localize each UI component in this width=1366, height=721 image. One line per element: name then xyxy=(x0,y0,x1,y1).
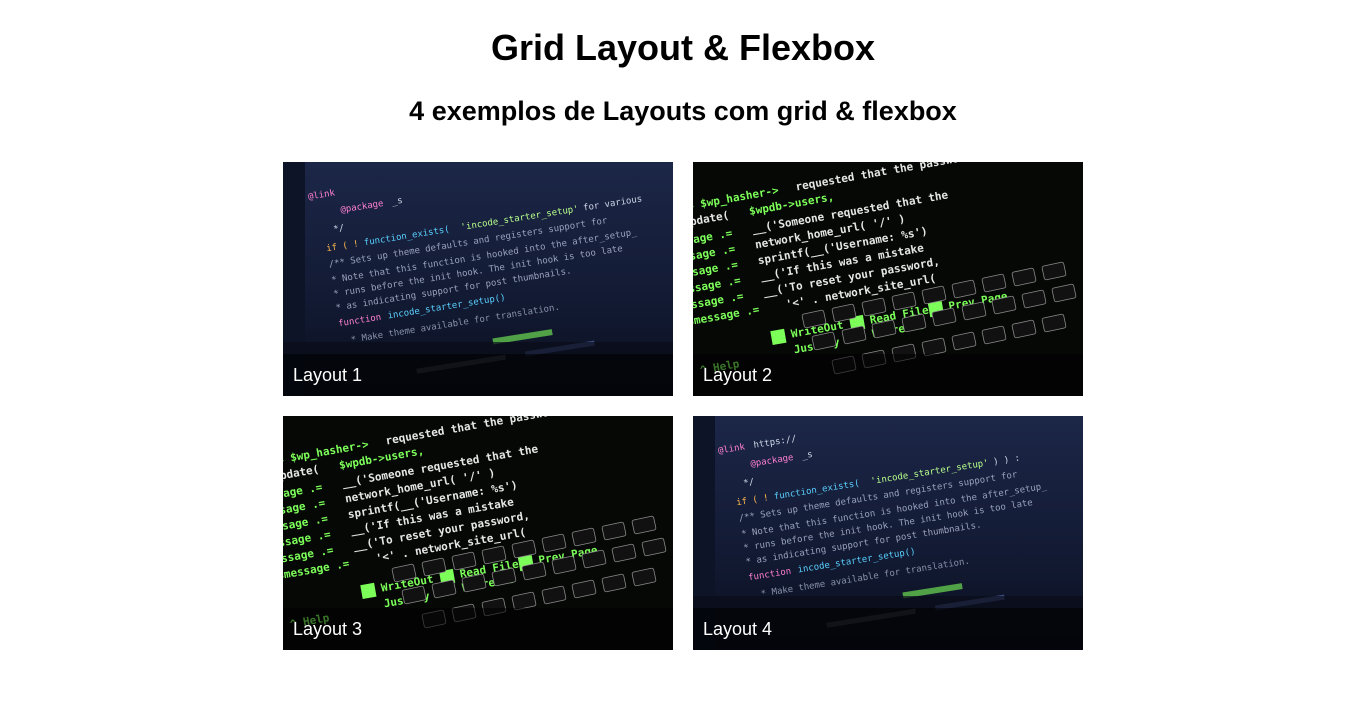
page-subtitle: 4 exemplos de Layouts com grid & flexbox xyxy=(409,96,957,126)
layout-card-2[interactable]: ed = $wp_hasher->requested that the pass… xyxy=(693,162,1083,396)
card-caption: Layout 2 xyxy=(693,354,1083,396)
card-caption: Layout 1 xyxy=(283,354,673,396)
svg-text:_s: _s xyxy=(391,196,403,208)
layout-grid: @link @package _s */ if ( ! function_exist… xyxy=(283,162,1083,650)
card-caption: Layout 4 xyxy=(693,608,1083,650)
svg-text:*/: */ xyxy=(743,477,755,489)
layout-card-1[interactable]: @link @package _s */ if ( ! function_exist… xyxy=(283,162,673,396)
svg-text:*/: */ xyxy=(333,223,345,235)
layout-card-3[interactable]: ed = $wp_hasher->requested that the pass… xyxy=(283,416,673,650)
layout-card-4[interactable]: @link https:// @package _s */ if ( ! functi… xyxy=(693,416,1083,650)
page-title: Grid Layout & Flexbox xyxy=(490,27,876,68)
card-caption: Layout 3 xyxy=(283,608,673,650)
svg-text:_s: _s xyxy=(801,450,813,462)
